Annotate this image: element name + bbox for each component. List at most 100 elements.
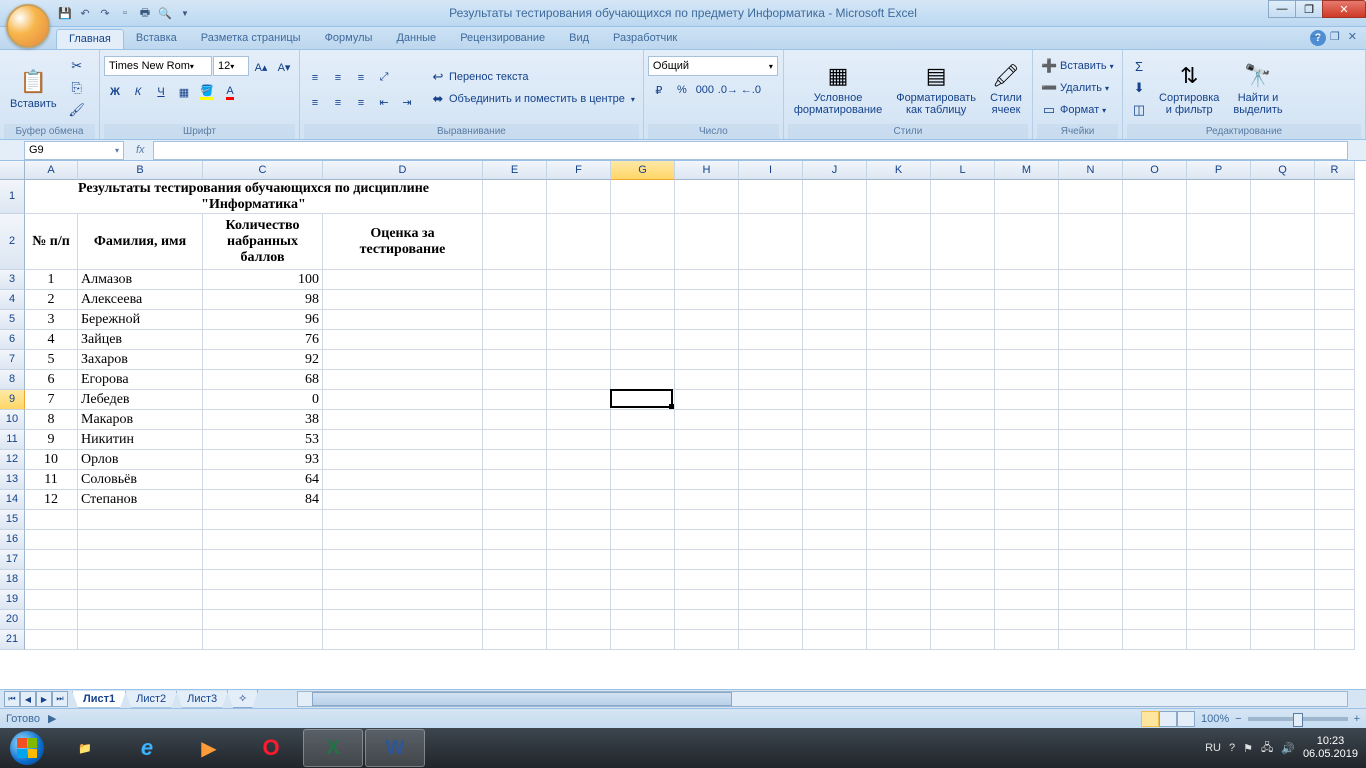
col-header-R[interactable]: R (1315, 161, 1355, 180)
header-cell-d[interactable]: Оценка за тестирование (323, 214, 483, 270)
task-excel[interactable]: X (303, 729, 363, 767)
data-cell[interactable]: Захаров (78, 350, 203, 370)
comma-button[interactable]: 000 (694, 79, 716, 101)
fx-button[interactable]: fx (128, 144, 153, 156)
formula-input[interactable] (153, 141, 1348, 160)
align-center-button[interactable]: ≡ (327, 92, 349, 114)
macro-record-icon[interactable]: ▶ (48, 712, 56, 725)
data-cell[interactable]: 100 (203, 270, 323, 290)
ribbon-tab-5[interactable]: Рецензирование (448, 29, 557, 49)
start-button[interactable] (0, 728, 54, 768)
col-header-Q[interactable]: Q (1251, 161, 1315, 180)
tray-volume-icon[interactable]: 🔊 (1281, 742, 1295, 755)
data-cell[interactable]: Алмазов (78, 270, 203, 290)
tray-network-icon[interactable]: 🖧 (1261, 739, 1273, 758)
delete-cells-button[interactable]: ➖Удалить▾ (1037, 78, 1118, 99)
col-header-C[interactable]: C (203, 161, 323, 180)
cut-button[interactable]: ✂ (65, 56, 89, 77)
row-header-18[interactable]: 18 (0, 570, 25, 590)
qat-undo-icon[interactable]: ↶ (76, 4, 94, 22)
row-header-14[interactable]: 14 (0, 490, 25, 510)
find-select-button[interactable]: 🔭Найти и выделить (1227, 55, 1288, 121)
col-header-A[interactable]: A (25, 161, 78, 180)
row-header-1[interactable]: 1 (0, 180, 25, 214)
task-explorer[interactable]: 📁 (55, 729, 115, 767)
col-header-M[interactable]: M (995, 161, 1059, 180)
data-cell[interactable]: 3 (25, 310, 78, 330)
new-sheet-button[interactable]: ✧ (227, 690, 258, 708)
shrink-font-button[interactable]: A▾ (273, 56, 295, 78)
align-right-button[interactable]: ≡ (350, 92, 372, 114)
sheet-tab-0[interactable]: Лист1 (72, 691, 126, 708)
col-header-J[interactable]: J (803, 161, 867, 180)
sheet-first-button[interactable]: ⏮ (4, 691, 20, 707)
fill-button[interactable]: ⬇ (1127, 78, 1151, 99)
office-button[interactable] (6, 4, 50, 48)
data-cell[interactable]: 10 (25, 450, 78, 470)
qat-redo-icon[interactable]: ↷ (96, 4, 114, 22)
sheet-prev-button[interactable]: ◀ (20, 691, 36, 707)
name-box[interactable]: G9▾ (24, 141, 124, 160)
header-cell-c[interactable]: Количество набранных баллов (203, 214, 323, 270)
data-cell[interactable]: 1 (25, 270, 78, 290)
sheet-tab-2[interactable]: Лист3 (176, 691, 228, 708)
row-header-8[interactable]: 8 (0, 370, 25, 390)
align-middle-button[interactable]: ≡ (327, 67, 349, 89)
data-cell[interactable]: Зайцев (78, 330, 203, 350)
tray-help-icon[interactable]: ? (1229, 742, 1235, 754)
data-cell[interactable]: 9 (25, 430, 78, 450)
data-cell[interactable]: 93 (203, 450, 323, 470)
sort-filter-button[interactable]: ⇅Сортировка и фильтр (1153, 55, 1225, 121)
row-header-20[interactable]: 20 (0, 610, 25, 630)
qat-more-icon[interactable]: ▼ (176, 4, 194, 22)
ribbon-tab-1[interactable]: Вставка (124, 29, 189, 49)
align-left-button[interactable]: ≡ (304, 92, 326, 114)
sheet-last-button[interactable]: ⏭ (52, 691, 68, 707)
data-cell[interactable]: 92 (203, 350, 323, 370)
col-header-K[interactable]: K (867, 161, 931, 180)
conditional-format-button[interactable]: ▦Условное форматирование (788, 55, 888, 121)
data-cell[interactable]: 38 (203, 410, 323, 430)
number-format-combo[interactable]: Общий▾ (648, 56, 778, 76)
data-cell[interactable]: 7 (25, 390, 78, 410)
header-cell-a[interactable]: № п/п (25, 214, 78, 270)
col-header-E[interactable]: E (483, 161, 547, 180)
data-cell[interactable]: Бережной (78, 310, 203, 330)
zoom-slider[interactable] (1248, 717, 1348, 721)
currency-button[interactable]: ₽ (648, 79, 670, 101)
data-cell[interactable]: Никитин (78, 430, 203, 450)
col-header-P[interactable]: P (1187, 161, 1251, 180)
copy-button[interactable]: ⎘ (65, 78, 89, 99)
fill-color-button[interactable]: 🪣 (196, 81, 218, 103)
wb-close-icon[interactable]: ✕ (1345, 30, 1360, 43)
cells-area[interactable]: Результаты тестирования обучающихся по д… (25, 180, 1366, 689)
data-cell[interactable]: 84 (203, 490, 323, 510)
data-cell[interactable]: Егорова (78, 370, 203, 390)
data-cell[interactable]: Лебедев (78, 390, 203, 410)
data-cell[interactable]: 6 (25, 370, 78, 390)
col-header-G[interactable]: G (611, 161, 675, 180)
col-header-O[interactable]: O (1123, 161, 1187, 180)
orientation-button[interactable]: ⤢ (373, 67, 395, 89)
sheet-tab-1[interactable]: Лист2 (125, 691, 177, 708)
indent-dec-button[interactable]: ⇤ (373, 92, 395, 114)
ribbon-tab-4[interactable]: Данные (384, 29, 448, 49)
row-header-3[interactable]: 3 (0, 270, 25, 290)
view-normal-button[interactable] (1141, 711, 1159, 727)
data-cell[interactable]: 53 (203, 430, 323, 450)
qat-btn-icon[interactable]: ▫ (116, 4, 134, 22)
title-merged-cell[interactable]: Результаты тестирования обучающихся по д… (25, 180, 483, 214)
indent-inc-button[interactable]: ⇥ (396, 92, 418, 114)
cell-styles-button[interactable]: 🖍Стили ячеек (984, 55, 1028, 121)
paste-button[interactable]: 📋 Вставить (4, 55, 63, 121)
font-name-combo[interactable]: Times New Rom▾ (104, 56, 212, 76)
wb-minimize-icon[interactable]: — (1308, 30, 1325, 43)
grow-font-button[interactable]: A▴ (250, 56, 272, 78)
italic-button[interactable]: К (127, 81, 149, 103)
task-ie[interactable]: e (117, 729, 177, 767)
maximize-button[interactable]: ❐ (1295, 0, 1323, 18)
data-cell[interactable]: 0 (203, 390, 323, 410)
row-header-2[interactable]: 2 (0, 214, 25, 270)
ribbon-tab-0[interactable]: Главная (56, 29, 124, 49)
data-cell[interactable]: 68 (203, 370, 323, 390)
